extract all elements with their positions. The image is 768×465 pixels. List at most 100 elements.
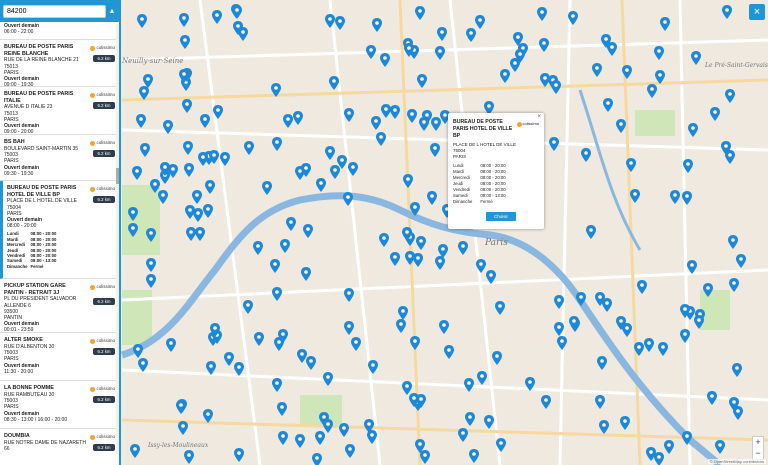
map-pin-icon[interactable] (279, 238, 290, 253)
choose-button[interactable]: Choisir (486, 212, 516, 221)
map-pin-icon[interactable] (430, 116, 441, 131)
map-pin-icon[interactable] (597, 356, 608, 371)
map-pin-icon[interactable] (406, 108, 417, 123)
map-pin-icon[interactable] (324, 13, 335, 28)
map-pin-icon[interactable] (294, 434, 305, 449)
map-pin-icon[interactable] (620, 415, 631, 430)
map-pin-icon[interactable] (183, 162, 194, 177)
map-pin-icon[interactable] (390, 251, 401, 266)
map-pin-icon[interactable] (347, 161, 358, 176)
map-pin-icon[interactable] (401, 227, 412, 242)
map-pin-icon[interactable] (592, 63, 603, 78)
map-pin-icon[interactable] (271, 286, 282, 301)
map-pin-icon[interactable] (278, 430, 289, 445)
map-pin-icon[interactable] (334, 16, 345, 31)
map-pin-icon[interactable] (140, 143, 151, 158)
map-pin-icon[interactable] (210, 323, 221, 338)
map-pin-icon[interactable] (568, 10, 579, 25)
map-pin-icon[interactable] (163, 119, 174, 134)
map-pin-icon[interactable] (735, 253, 746, 268)
map-pin-icon[interactable] (203, 203, 214, 218)
map-pin-icon[interactable] (509, 57, 520, 72)
map-pin-icon[interactable] (646, 84, 657, 99)
map-pin-icon[interactable] (177, 420, 188, 435)
map-pin-icon[interactable] (595, 292, 606, 307)
map-pin-icon[interactable] (302, 223, 313, 238)
map-pin-icon[interactable] (426, 190, 437, 205)
map-pin-icon[interactable] (286, 217, 297, 232)
map-pin-icon[interactable] (277, 401, 288, 416)
map-pin-icon[interactable] (603, 97, 614, 112)
map-pin-icon[interactable] (629, 189, 640, 204)
map-pin-icon[interactable] (179, 34, 190, 49)
map-pin-icon[interactable] (293, 110, 304, 125)
map-pin-icon[interactable] (376, 131, 387, 146)
list-item[interactable]: colissimo BS BAH BOULEVARD SAINT-MARTIN … (0, 135, 119, 182)
map-pin-icon[interactable] (219, 152, 230, 167)
map-pin-icon[interactable] (191, 189, 202, 204)
map-pin-icon[interactable] (492, 350, 503, 365)
map-pin-icon[interactable] (731, 363, 742, 378)
map-pin-icon[interactable] (379, 233, 390, 248)
map-pin-icon[interactable] (733, 406, 744, 421)
map-pin-icon[interactable] (200, 113, 211, 128)
map-pin-icon[interactable] (316, 177, 327, 192)
map-pin-icon[interactable] (181, 98, 192, 113)
map-pin-icon[interactable] (136, 114, 147, 129)
map-pin-icon[interactable] (637, 280, 648, 295)
map-pin-icon[interactable] (128, 223, 139, 238)
map-pin-icon[interactable] (475, 259, 486, 274)
map-pin-icon[interactable] (681, 191, 692, 206)
map-pin-icon[interactable] (234, 447, 245, 462)
map-pin-icon[interactable] (670, 190, 681, 205)
map-pin-icon[interactable] (721, 4, 732, 19)
map-pin-icon[interactable] (269, 258, 280, 273)
map-pin-icon[interactable] (606, 41, 617, 56)
map-pin-icon[interactable] (244, 140, 255, 155)
map-pin-icon[interactable] (233, 20, 244, 35)
map-pin-icon[interactable] (556, 335, 567, 350)
map-pin-icon[interactable] (538, 38, 549, 53)
map-pin-icon[interactable] (615, 315, 626, 330)
map-pin-icon[interactable] (439, 320, 450, 335)
map-pin-icon[interactable] (645, 447, 656, 461)
map-pin-icon[interactable] (300, 267, 311, 282)
map-pin-icon[interactable] (537, 7, 547, 22)
map-pin-icon[interactable] (727, 235, 738, 250)
map-pin-icon[interactable] (325, 145, 336, 160)
map-pin-icon[interactable] (402, 173, 413, 188)
map-pin-icon[interactable] (682, 430, 693, 445)
map-pin-icon[interactable] (549, 137, 560, 152)
map-pin-icon[interactable] (176, 400, 187, 415)
map-pin-icon[interactable] (551, 79, 562, 94)
map-pin-icon[interactable] (653, 46, 664, 61)
map-pin-icon[interactable] (486, 269, 497, 284)
list-item[interactable]: colissimo DOUMBIA RUE NOTRE DAME DE NAZA… (0, 429, 119, 459)
map-pin-icon[interactable] (594, 394, 605, 409)
map-pin-icon[interactable] (403, 42, 414, 57)
map-pin-icon[interactable] (390, 105, 401, 120)
map-pin-icon[interactable] (253, 241, 264, 256)
map-pin-icon[interactable] (419, 449, 430, 464)
map-pin-icon[interactable] (709, 106, 720, 121)
map-pin-icon[interactable] (539, 73, 550, 88)
map-pin-icon[interactable] (296, 348, 307, 363)
map-pin-icon[interactable] (690, 51, 701, 66)
map-pin-icon[interactable] (205, 179, 216, 194)
map-pin-icon[interactable] (278, 329, 289, 344)
map-pin-icon[interactable] (415, 236, 426, 251)
map-pin-icon[interactable] (211, 9, 222, 24)
list-item[interactable]: colissimo ALTER SMOKE RUE D'ALBENTON 30 … (0, 333, 119, 382)
map-pin-icon[interactable] (465, 27, 476, 42)
map-pin-icon[interactable] (540, 395, 551, 410)
map-pin-icon[interactable] (146, 257, 157, 272)
map-pin-icon[interactable] (634, 341, 645, 356)
map-pin-icon[interactable] (415, 393, 426, 408)
map-pin-icon[interactable] (165, 337, 176, 352)
map-pin-icon[interactable] (305, 355, 316, 370)
map-pin-icon[interactable] (336, 155, 347, 170)
map-pin-icon[interactable] (725, 89, 736, 104)
map-pin-icon[interactable] (418, 117, 429, 132)
map-pin-icon[interactable] (234, 362, 245, 377)
map-pin-icon[interactable] (468, 449, 479, 464)
